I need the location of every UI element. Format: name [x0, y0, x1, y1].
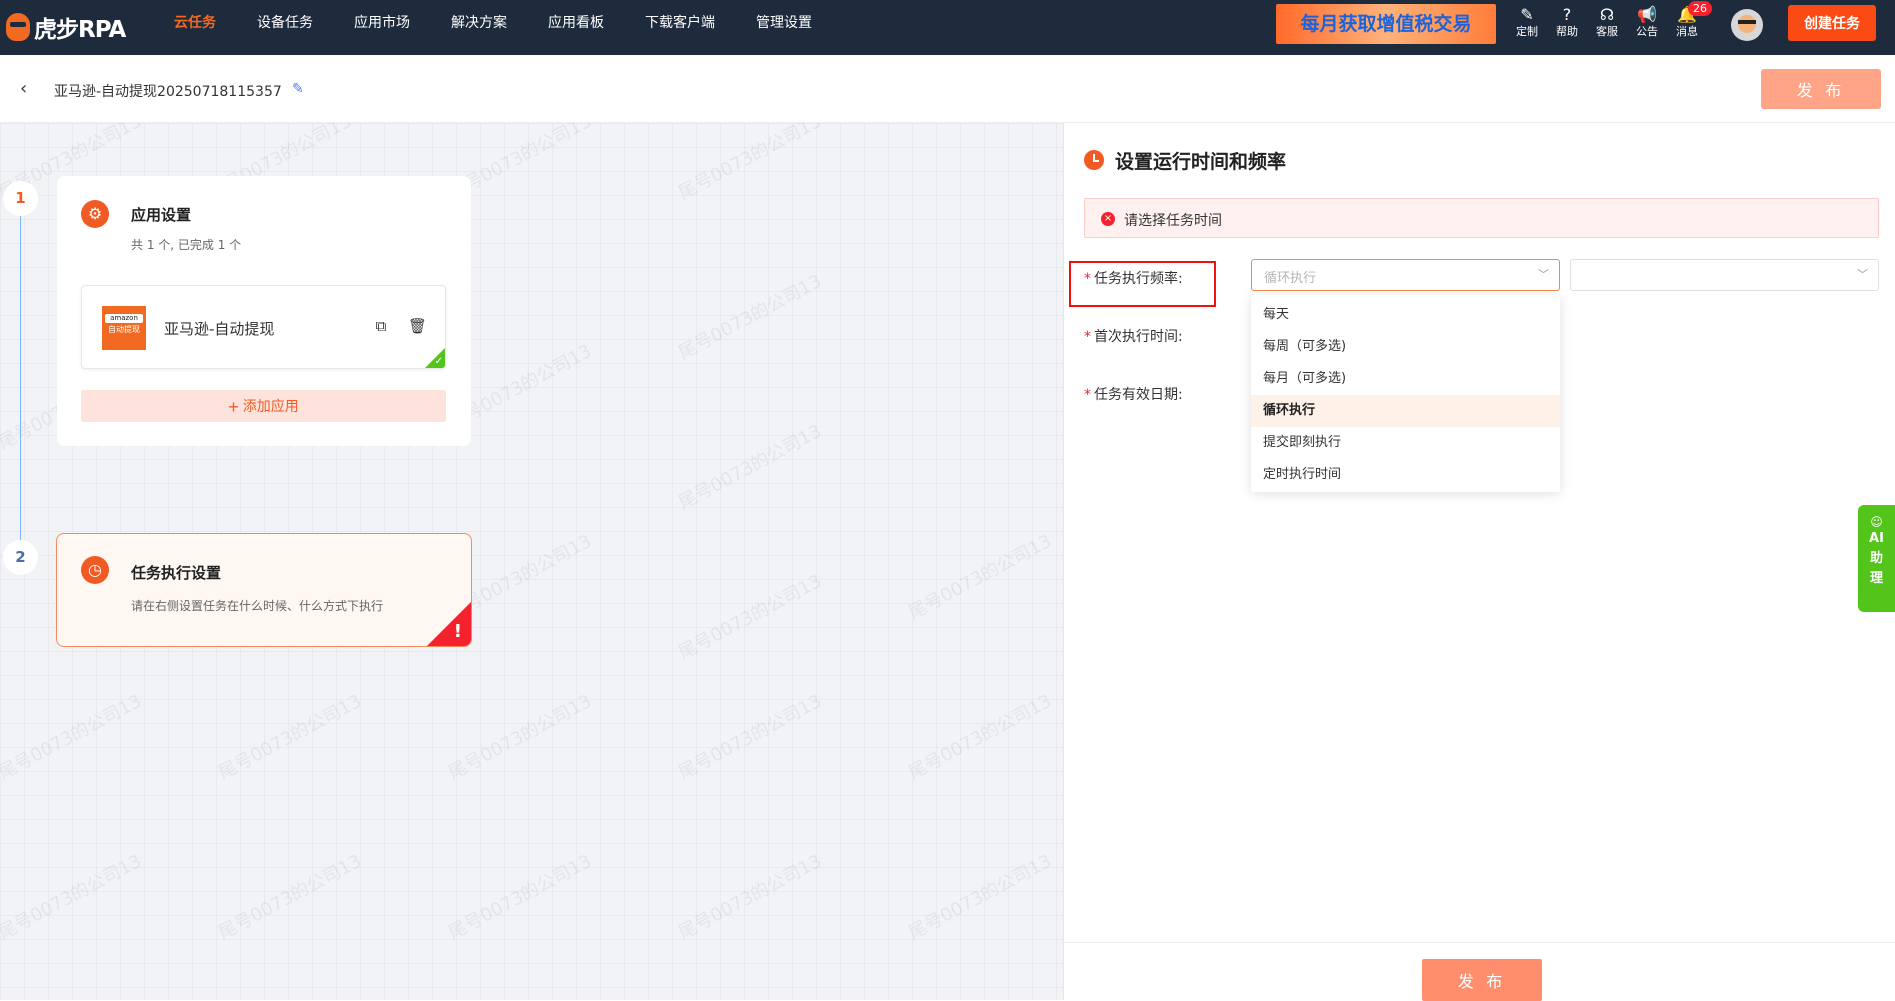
nav-solutions[interactable]: 解决方案	[451, 0, 507, 55]
clock-icon: ◷	[81, 556, 109, 584]
chevron-down-icon: ﹀	[1538, 268, 1549, 281]
watermark: 尾号0073的公司13	[0, 850, 146, 944]
publish-button-bottom[interactable]: 发 布	[1422, 959, 1542, 1001]
main-nav: 云任务 设备任务 应用市场 解决方案 应用看板 下载客户端 管理设置	[174, 0, 853, 55]
create-task-button[interactable]: 创建任务	[1788, 5, 1876, 41]
tool-help[interactable]: ? 帮助	[1550, 5, 1584, 39]
panel-footer: 发 布	[1064, 942, 1895, 1001]
help-icon: ?	[1562, 5, 1572, 24]
watermark: 尾号0073的公司13	[215, 690, 366, 784]
watermark: 尾号0073的公司13	[675, 270, 826, 364]
frequency-select-value: 循环执行	[1264, 271, 1317, 286]
card-title: 应用设置	[131, 206, 192, 224]
nav-admin-settings[interactable]: 管理设置	[756, 0, 812, 55]
step-card-task-execution[interactable]: ◷ 任务执行设置 请在右侧设置任务在什么时候、什么方式下执行 !	[56, 533, 472, 647]
add-app-button[interactable]: + 添加应用	[81, 390, 446, 422]
warning-corner	[427, 602, 471, 646]
amazon-app-logo-icon: amazon 自动提现	[102, 306, 146, 350]
schedule-settings-panel: 设置运行时间和频率 × 请选择任务时间 * 任务执行频率: * 首次执行时间: * 任…	[1063, 123, 1895, 1001]
step-number-2: 2	[3, 540, 38, 575]
check-icon: ✓	[434, 356, 443, 367]
ai-assistant-tab[interactable]: ☺ AI 助 理	[1858, 505, 1895, 612]
plus-icon: +	[228, 397, 239, 417]
nav-device-tasks[interactable]: 设备任务	[257, 0, 313, 55]
customize-icon: ✎	[1520, 5, 1534, 24]
nav-app-market[interactable]: 应用市场	[354, 0, 410, 55]
watermark: 尾号0073的公司13	[905, 690, 1056, 784]
card-subtitle: 共 1 个, 已完成 1 个	[131, 238, 242, 252]
chevron-down-icon: ﹀	[1857, 268, 1868, 281]
error-alert: × 请选择任务时间	[1084, 198, 1879, 238]
frequency-select[interactable]: 循环执行 ﹀	[1251, 259, 1560, 291]
nav-download-client[interactable]: 下载客户端	[645, 0, 715, 55]
clock-icon	[1084, 150, 1104, 170]
card-subtitle: 请在右侧设置任务在什么时候、什么方式下执行	[131, 599, 384, 613]
nav-app-dashboard[interactable]: 应用看板	[548, 0, 604, 55]
watermark: 尾号0073的公司13	[675, 850, 826, 944]
user-avatar[interactable]	[1731, 9, 1763, 41]
error-circle-icon: ×	[1101, 212, 1115, 226]
promo-banner[interactable]: 每月获取增值税交易	[1276, 4, 1496, 44]
frequency-label: * 任务执行频率:	[1084, 271, 1183, 287]
watermark: 尾号0073的公司13	[675, 570, 826, 664]
tool-announcements[interactable]: 📢 公告	[1630, 5, 1664, 39]
task-title: 亚马逊-自动提现20250718115357	[54, 84, 282, 100]
trash-icon[interactable]: 🗑	[408, 317, 427, 335]
watermark: 尾号0073的公司13	[0, 690, 146, 784]
headset-icon: ☊	[1599, 5, 1615, 24]
brand-name: 虎步RPA	[34, 17, 126, 43]
publish-button-top[interactable]: 发 布	[1761, 69, 1881, 109]
watermark: 尾号0073的公司13	[675, 123, 826, 204]
watermark: 尾号0073的公司13	[905, 530, 1056, 624]
watermark: 尾号0073的公司13	[445, 690, 596, 784]
first-time-label: * 首次执行时间:	[1084, 329, 1183, 345]
tiger-logo-icon	[6, 13, 30, 41]
tool-customize[interactable]: ✎ 定制	[1510, 5, 1544, 39]
step-card-app-settings[interactable]: ⚙ 应用设置 共 1 个, 已完成 1 个 amazon 自动提现 亚马逊-自动…	[57, 176, 471, 446]
top-navigation-bar: 虎步RPA 云任务 设备任务 应用市场 解决方案 应用看板 下载客户端 管理设置…	[0, 0, 1895, 55]
back-arrow-icon[interactable]: ‹	[20, 80, 27, 98]
card-title: 任务执行设置	[131, 564, 222, 582]
task-header-bar: ‹ 亚马逊-自动提现20250718115357 ✎ 发 布	[0, 55, 1895, 123]
step-connector-line	[20, 203, 21, 558]
watermark: 尾号0073的公司13	[675, 690, 826, 784]
tool-messages[interactable]: 🔔 26 消息	[1670, 1, 1712, 39]
dropdown-option-daily[interactable]: 每天	[1251, 299, 1560, 331]
workflow-canvas: 尾号0073的公司13 尾号0073的公司13 尾号0073的公司13 尾号00…	[0, 123, 1063, 1000]
edit-title-icon[interactable]: ✎	[292, 81, 304, 97]
megaphone-icon: 📢	[1637, 5, 1657, 24]
exclamation-icon: !	[453, 621, 462, 642]
dropdown-option-immediate[interactable]: 提交即刻执行	[1251, 427, 1560, 459]
app-item[interactable]: amazon 自动提现 亚马逊-自动提现 ⧉ 🗑 ✓	[81, 285, 446, 369]
tool-support[interactable]: ☊ 客服	[1590, 5, 1624, 39]
message-count-badge: 26	[1688, 1, 1712, 16]
valid-date-label: * 任务有效日期:	[1084, 387, 1183, 403]
app-name: 亚马逊-自动提现	[164, 320, 275, 338]
gear-icon: ⚙	[81, 200, 109, 228]
alert-text: 请选择任务时间	[1124, 213, 1222, 229]
watermark: 尾号0073的公司13	[445, 850, 596, 944]
copy-icon[interactable]: ⧉	[372, 317, 390, 335]
nav-cloud-tasks[interactable]: 云任务	[174, 0, 216, 55]
watermark: 尾号0073的公司13	[905, 850, 1056, 944]
panel-title: 设置运行时间和频率	[1115, 151, 1287, 173]
step-number-1: 1	[3, 181, 38, 216]
dropdown-option-monthly[interactable]: 每月（可多选)	[1251, 363, 1560, 395]
brand-logo[interactable]: 虎步RPA	[6, 10, 126, 44]
watermark: 尾号0073的公司13	[675, 420, 826, 514]
dropdown-option-loop[interactable]: 循环执行	[1251, 395, 1560, 427]
ai-robot-icon: ☺	[1870, 515, 1883, 529]
frequency-dropdown: 每天 每周（可多选) 每月（可多选) 循环执行 提交即刻执行 定时执行时间	[1251, 295, 1560, 492]
dropdown-option-scheduled[interactable]: 定时执行时间	[1251, 459, 1560, 491]
frequency-sub-select[interactable]: ﹀	[1570, 259, 1879, 291]
dropdown-option-weekly[interactable]: 每周（可多选)	[1251, 331, 1560, 363]
watermark: 尾号0073的公司13	[215, 850, 366, 944]
